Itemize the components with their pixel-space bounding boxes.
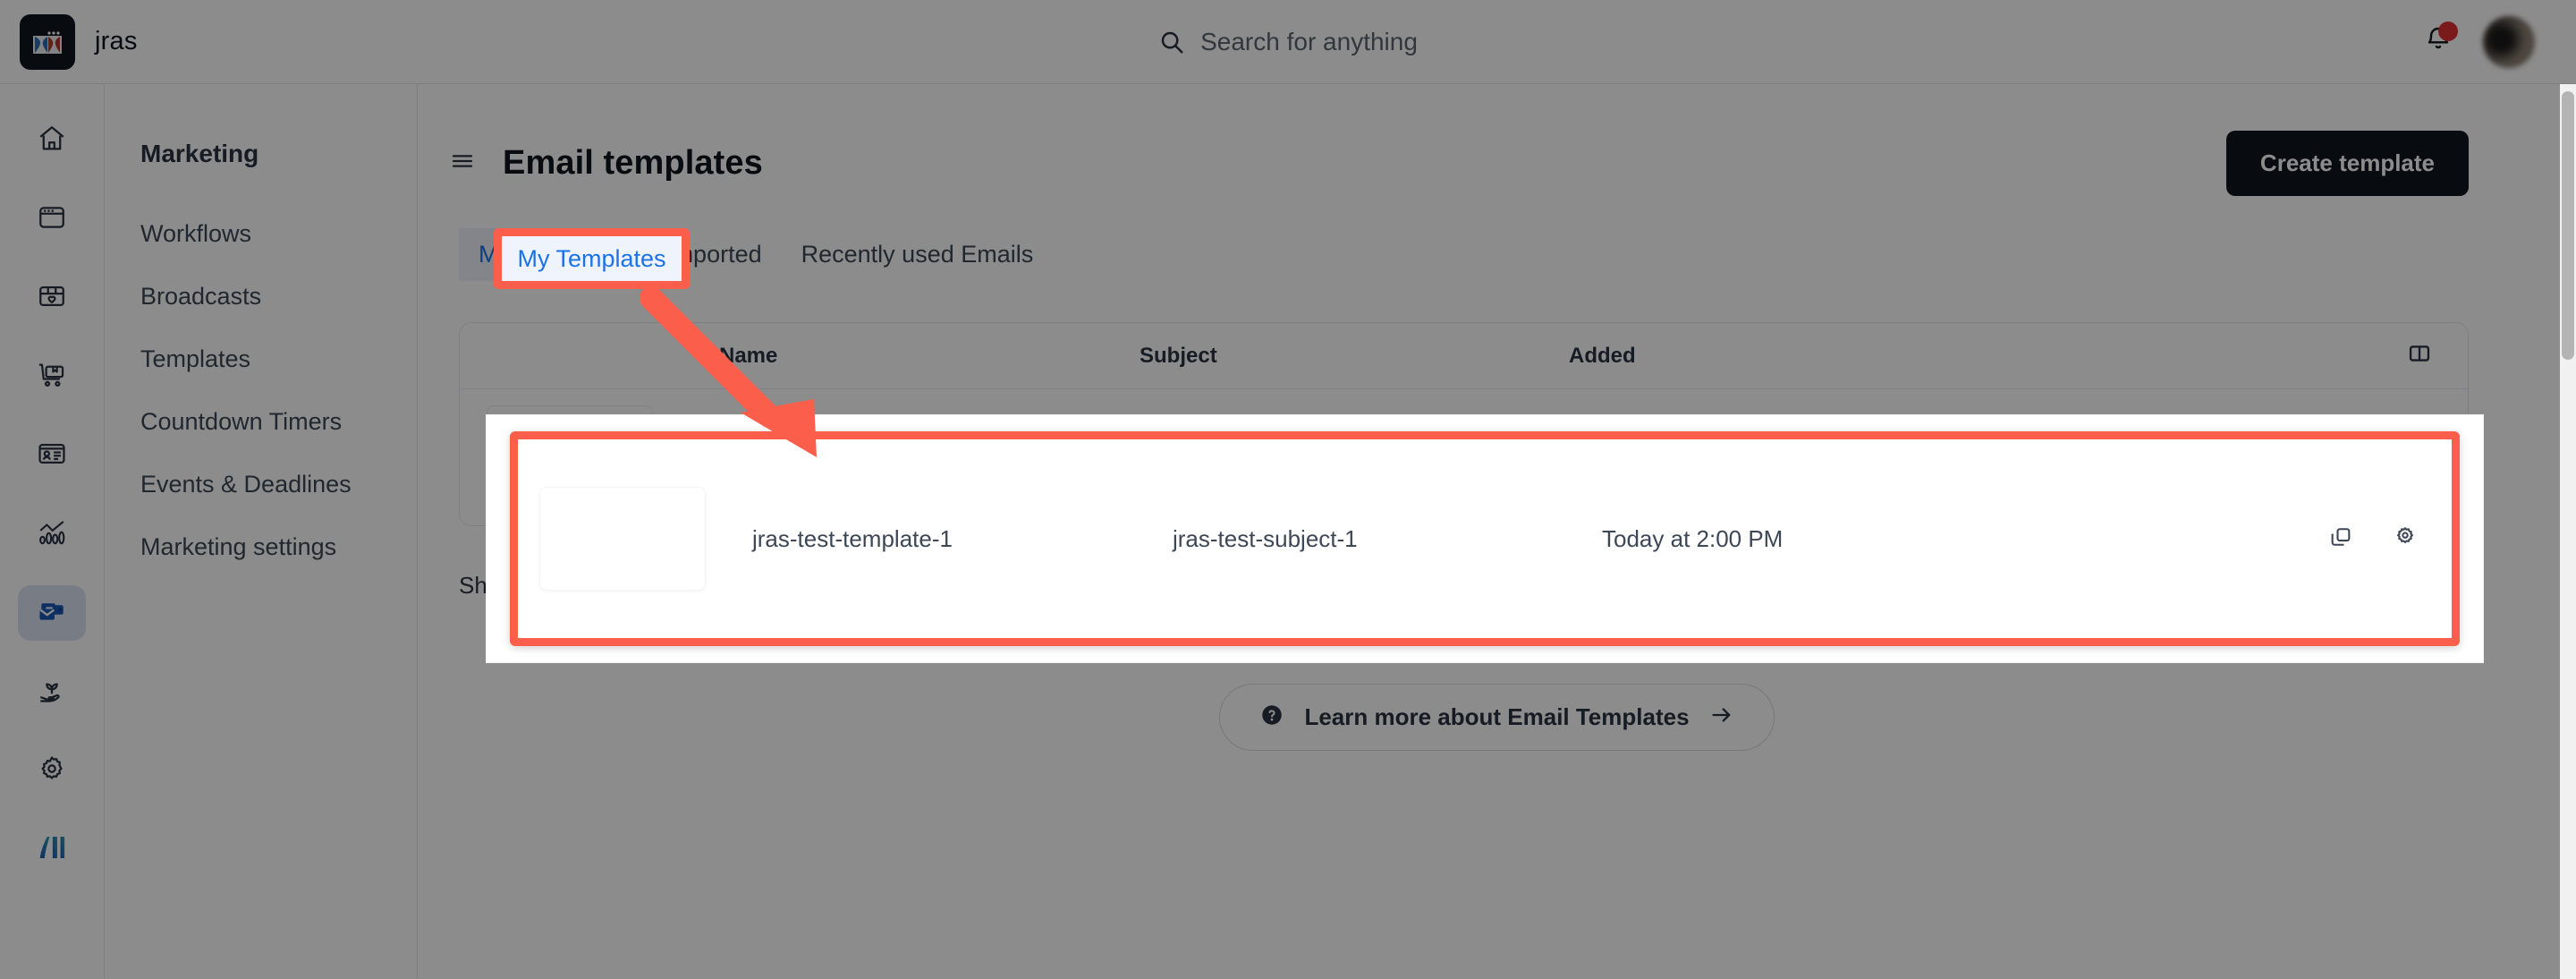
app-root: jras Search for anything Marketing Workf… <box>0 0 2576 979</box>
analytics-chart-icon <box>37 517 67 552</box>
hamburger-menu-icon[interactable] <box>449 148 476 179</box>
column-header-added[interactable]: Added <box>1569 344 1980 369</box>
question-circle-icon <box>1259 702 1284 732</box>
brand-area[interactable]: jras <box>0 13 420 70</box>
highlighted-row-name: jras-test-template-1 <box>752 524 953 552</box>
highlighted-row-actions <box>2013 524 2430 554</box>
ai-logo-icon <box>36 831 68 868</box>
sidebar-item-marketing-settings[interactable]: Marketing settings <box>105 515 417 578</box>
highlighted-row-spotlight: jras-test-template-1 jras-test-subject-1… <box>487 415 2483 662</box>
sidebar-item-countdown-timers[interactable]: Countdown Timers <box>105 390 417 453</box>
rail-item-orders[interactable] <box>18 349 86 404</box>
sidebar-item-events-deadlines[interactable]: Events & Deadlines <box>105 453 417 515</box>
package-heart-icon <box>37 281 67 316</box>
table-header-row: Name Subject Added <box>460 323 2468 389</box>
app-logo-icon <box>20 13 75 70</box>
learn-more-button[interactable]: Learn more about Email Templates <box>1219 684 1775 751</box>
rail-item-home[interactable] <box>18 113 86 168</box>
rail-item-products[interactable] <box>18 270 86 326</box>
highlighted-row-subject: jras-test-subject-1 <box>1173 524 1358 552</box>
gear-icon <box>37 753 67 788</box>
search-input[interactable]: Search for anything <box>1200 28 1418 56</box>
rail-item-settings[interactable] <box>18 743 86 798</box>
highlighted-table-row[interactable]: jras-test-template-1 jras-test-subject-1… <box>510 431 2460 646</box>
page-scrollbar-thumb[interactable] <box>2562 91 2574 360</box>
notification-badge <box>2438 21 2458 41</box>
brand-name: jras <box>95 27 138 55</box>
search-icon <box>1158 29 1185 55</box>
marketing-sidebar: Marketing Workflows Broadcasts Templates… <box>105 84 418 979</box>
rail-item-contacts[interactable] <box>18 428 86 483</box>
sidebar-title: Marketing <box>140 140 259 167</box>
arrow-right-icon <box>1709 702 1734 732</box>
create-template-button[interactable]: Create template <box>2225 131 2469 196</box>
notifications-button[interactable] <box>2424 21 2458 58</box>
column-header-actions <box>1980 341 2448 370</box>
rail-item-site[interactable] <box>18 192 86 247</box>
global-search[interactable]: Search for anything <box>420 28 2156 56</box>
browser-window-icon <box>37 202 67 237</box>
highlighted-row-added: Today at 2:00 PM <box>1602 524 1784 552</box>
sidebar-item-templates[interactable]: Templates <box>105 328 417 390</box>
column-header-name[interactable]: Name <box>719 344 1140 369</box>
shopping-cart-icon <box>37 360 67 395</box>
avatar[interactable] <box>2483 15 2535 68</box>
contact-card-icon <box>37 438 67 473</box>
sidebar-item-broadcasts[interactable]: Broadcasts <box>105 265 417 328</box>
rail-item-marketing[interactable] <box>18 585 86 641</box>
spotlight-inner: jras-test-template-1 jras-test-subject-1… <box>487 415 2483 662</box>
rail-item-ai[interactable] <box>18 822 86 877</box>
plant-hand-icon <box>37 675 67 710</box>
template-tabs: My Templates Imported Recently used Emai… <box>418 196 2576 281</box>
column-header-subject[interactable]: Subject <box>1140 344 1569 369</box>
template-thumbnail-highlighted <box>539 487 706 591</box>
page-title: Email templates <box>503 144 763 182</box>
tab-my-templates[interactable]: My Templates <box>459 228 648 281</box>
home-icon <box>37 123 67 158</box>
primary-icon-rail <box>0 84 105 979</box>
rail-item-grow[interactable] <box>18 664 86 719</box>
page-header: Email templates Create template <box>418 84 2576 196</box>
rail-item-analytics[interactable] <box>18 507 86 562</box>
column-layout-icon[interactable] <box>2407 341 2432 370</box>
top-header-bar: jras Search for anything <box>0 0 2576 84</box>
learn-more-area: Learn more about Email Templates <box>418 684 2576 751</box>
sidebar-item-workflows[interactable]: Workflows <box>105 202 417 265</box>
header-actions <box>2156 15 2576 68</box>
gear-icon[interactable] <box>2393 524 2418 554</box>
learn-more-label: Learn more about Email Templates <box>1304 703 1690 730</box>
page-header-left: Email templates <box>449 144 763 183</box>
duplicate-icon[interactable] <box>2328 524 2353 554</box>
tab-recently-used-emails[interactable]: Recently used Emails <box>782 228 1054 281</box>
marketing-envelope-icon <box>36 595 68 632</box>
tab-imported[interactable]: Imported <box>647 228 782 281</box>
